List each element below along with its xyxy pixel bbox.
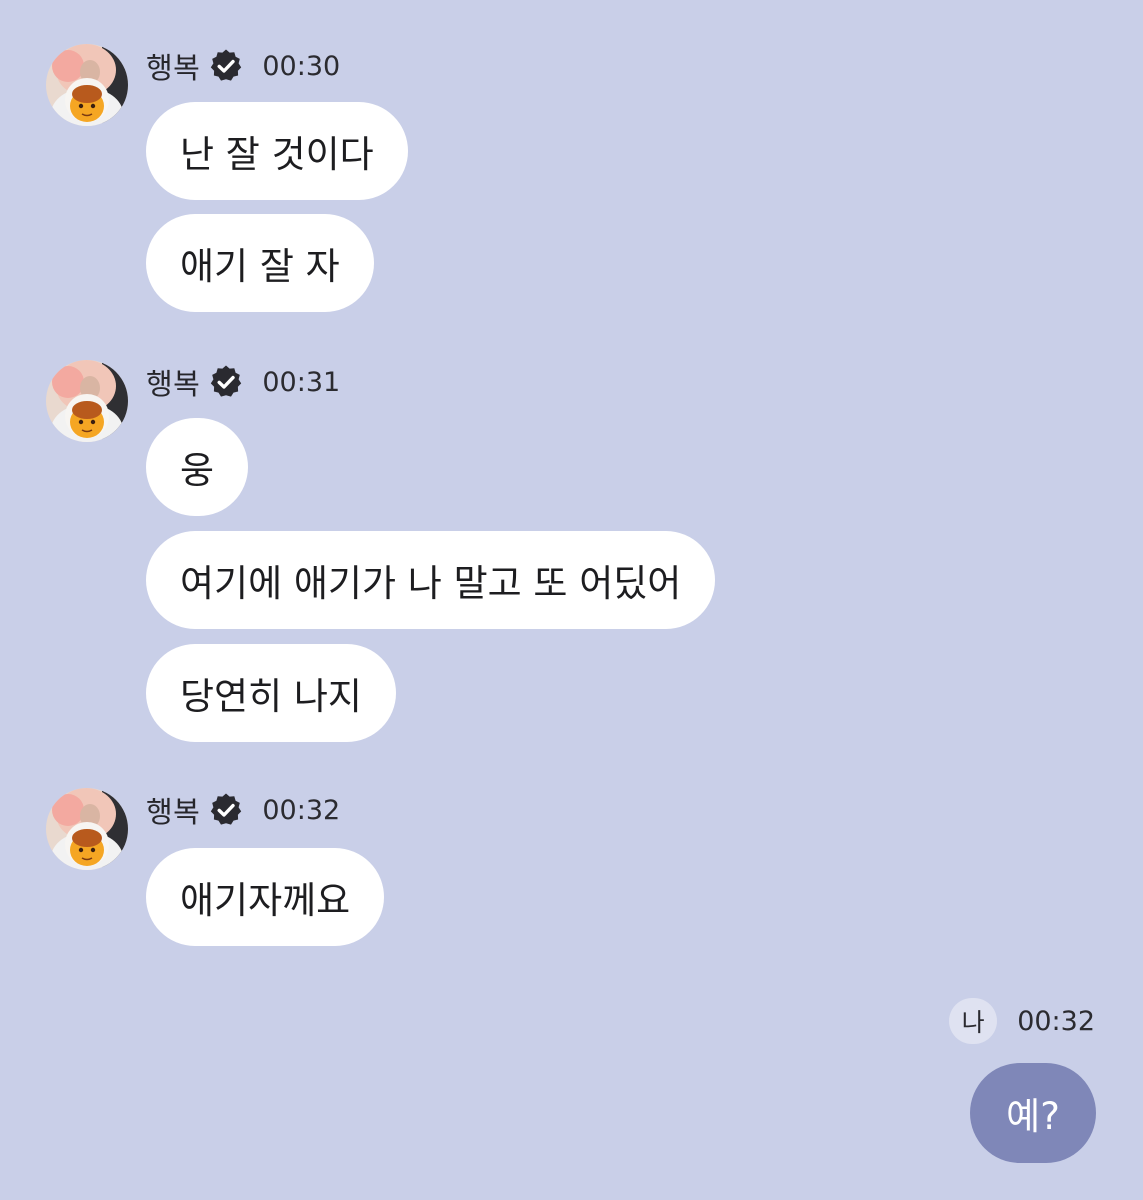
message-bubble[interactable]: 애기자께요 — [146, 848, 385, 946]
verified-check-icon — [208, 792, 244, 828]
message-bubble[interactable]: 웅 — [146, 418, 249, 516]
message-time: 00:32 — [262, 794, 341, 826]
message-time: 00:31 — [262, 366, 341, 398]
chat-window: 행복 00:30 난 잘 것이다 애기 잘 자 행복 00:31 웅 여기에 애… — [0, 0, 1143, 1200]
message-bubble[interactable]: 난 잘 것이다 — [146, 102, 408, 200]
message-bubble[interactable]: 여기에 애기가 나 말고 또 어딨어 — [146, 531, 716, 629]
message-meta: 행복 00:32 — [146, 788, 340, 832]
message-bubble[interactable]: 애기 잘 자 — [146, 214, 374, 312]
sender-name[interactable]: 행복 — [146, 789, 200, 831]
sender-name[interactable]: 행복 — [146, 45, 200, 87]
verified-check-icon — [208, 48, 244, 84]
avatar[interactable] — [46, 788, 128, 870]
avatar[interactable] — [46, 44, 128, 126]
verified-check-icon — [208, 364, 244, 400]
my-message-meta: 나 00:32 — [949, 998, 1095, 1044]
avatar[interactable] — [46, 360, 128, 442]
message-meta: 행복 00:30 — [146, 44, 340, 88]
message-time: 00:30 — [262, 50, 341, 82]
message-bubble[interactable]: 당연히 나지 — [146, 644, 396, 742]
my-message-time: 00:32 — [1017, 1005, 1095, 1037]
sender-name[interactable]: 행복 — [146, 361, 200, 403]
message-meta: 행복 00:31 — [146, 360, 340, 404]
my-message-bubble[interactable]: 예? — [970, 1063, 1096, 1163]
me-tag: 나 — [949, 998, 998, 1044]
